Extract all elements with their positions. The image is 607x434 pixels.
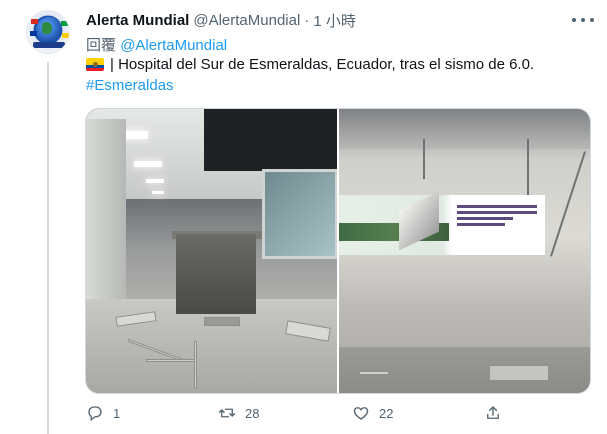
tweet-actions: 1 28 22	[0, 404, 607, 426]
heart-icon	[353, 407, 369, 420]
retweet-icon	[218, 408, 236, 418]
reply-button[interactable]: 1	[86, 404, 120, 422]
like-count: 22	[379, 405, 394, 421]
reply-prefix: 回覆	[86, 37, 117, 54]
display-name[interactable]: Alerta Mundial	[86, 12, 189, 29]
hashtag-link[interactable]: #Esmeraldas	[86, 77, 174, 94]
share-button[interactable]	[484, 404, 511, 422]
retweet-button[interactable]: 28	[218, 404, 259, 422]
tweet-body: | Hospital del Sur de Esmeraldas, Ecuado…	[110, 56, 535, 73]
reply-context: 回覆 @AlertaMundial	[86, 34, 227, 55]
avatar[interactable]	[26, 10, 70, 54]
reply-icon	[88, 406, 102, 422]
like-button[interactable]: 22	[352, 404, 393, 422]
user-handle[interactable]: @AlertaMundial	[193, 12, 300, 29]
hospital-wall-photo[interactable]	[339, 109, 590, 393]
more-options-icon[interactable]	[572, 13, 594, 27]
tweet-header: Alerta Mundial @AlertaMundial · 1 小時	[86, 10, 356, 30]
reply-count: 1	[113, 405, 121, 421]
share-icon	[487, 406, 499, 419]
media-gallery	[85, 108, 591, 394]
reply-mention-link[interactable]: @AlertaMundial	[120, 37, 227, 54]
tweet-text: | Hospital del Sur de Esmeraldas, Ecuado…	[86, 56, 534, 73]
ecuador-flag-icon	[86, 58, 104, 71]
separator-dot: ·	[304, 11, 310, 29]
timestamp[interactable]: 1 小時	[313, 10, 356, 31]
retweet-count: 28	[245, 405, 260, 421]
thread-line	[47, 62, 49, 434]
hospital-interior-photo[interactable]	[86, 109, 337, 393]
